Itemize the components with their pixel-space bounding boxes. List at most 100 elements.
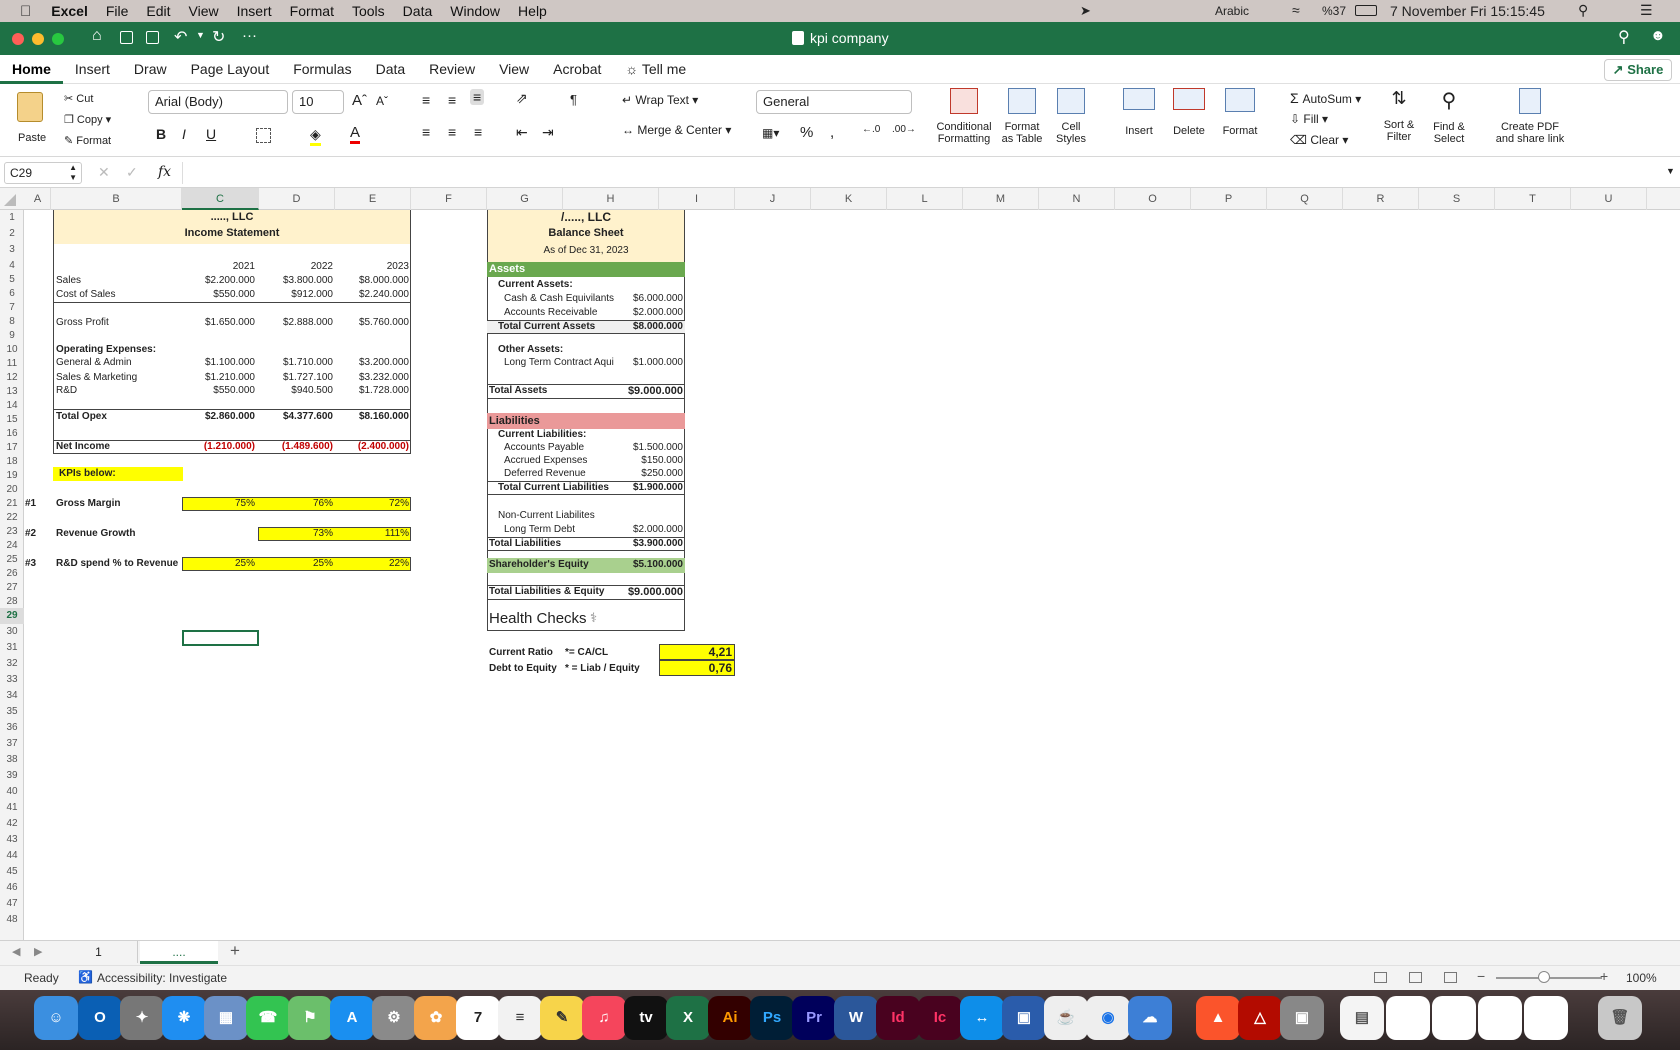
ar-label[interactable]: Accounts Receivable <box>504 306 597 320</box>
rd-spend-cell[interactable]: 25% <box>261 557 333 571</box>
notes-icon[interactable]: ✎ <box>540 996 584 1040</box>
row-header[interactable]: 32 <box>0 656 24 672</box>
kpi-label[interactable]: R&D spend % to Revenue <box>56 557 178 571</box>
row-header[interactable]: 47 <box>0 896 24 912</box>
screenshot-thumbnail-icon[interactable] <box>1478 996 1522 1040</box>
photos-icon[interactable]: ✿ <box>414 996 458 1040</box>
tab-page-layout[interactable]: Page Layout <box>179 55 282 84</box>
fill-color-icon[interactable]: ◈ <box>310 126 321 146</box>
rd-cell[interactable]: $550.000 <box>185 384 255 398</box>
insert-function-button[interactable]: fx <box>158 164 171 180</box>
row-header[interactable]: 31 <box>0 640 24 656</box>
kpi-number[interactable]: #3 <box>25 557 36 571</box>
remote-desktop-icon[interactable]: ▣ <box>1002 996 1046 1040</box>
safari-icon[interactable]: ❋ <box>162 996 206 1040</box>
page-layout-view-icon[interactable] <box>1409 972 1422 983</box>
excel-dock-icon[interactable]: X <box>666 996 710 1040</box>
column-header[interactable]: N <box>1039 188 1115 210</box>
ae-label[interactable]: Accrued Expenses <box>504 454 587 468</box>
sheet-tab-active[interactable]: .... <box>140 941 218 964</box>
orientation-icon[interactable]: ⇗ <box>516 90 528 107</box>
conditional-formatting-button[interactable]: Conditional Formatting <box>934 88 994 152</box>
row-header[interactable]: 35 <box>0 704 24 720</box>
paste-button[interactable]: Paste <box>10 88 56 148</box>
prev-sheet-icon[interactable]: ◀ <box>12 945 20 958</box>
menu-help[interactable]: Help <box>518 3 547 19</box>
cos-cell[interactable]: $2.240.000 <box>337 288 409 302</box>
insert-cells-button[interactable]: Insert <box>1114 88 1164 152</box>
cos-cell[interactable]: $912.000 <box>261 288 333 302</box>
sm-cell[interactable]: $1.210.000 <box>185 371 255 385</box>
cell-styles-button[interactable]: Cell Styles <box>1048 88 1094 152</box>
tab-home[interactable]: Home <box>0 55 63 84</box>
tab-data[interactable]: Data <box>364 55 418 84</box>
align-right-icon[interactable]: ≡ <box>474 124 482 140</box>
borders-icon[interactable] <box>256 128 271 143</box>
row-header[interactable]: 36 <box>0 720 24 736</box>
comma-style-icon[interactable]: , <box>830 124 834 141</box>
home-icon[interactable]: ⌂ <box>92 27 102 45</box>
row-header[interactable]: 38 <box>0 752 24 768</box>
ni-cell[interactable]: (2.400.000) <box>337 440 409 454</box>
column-header[interactable]: R <box>1343 188 1419 210</box>
column-header[interactable]: I <box>659 188 735 210</box>
underline-button[interactable]: U <box>206 126 216 142</box>
photoshop-icon[interactable]: Ps <box>750 996 794 1040</box>
ta-cell[interactable]: $9.000.000 <box>610 384 683 398</box>
year-cell[interactable]: 2021 <box>185 260 255 274</box>
balance-asof[interactable]: As of Dec 31, 2023 <box>487 244 685 258</box>
font-color-icon[interactable]: A <box>350 124 361 144</box>
gp-cell[interactable]: $5.760.000 <box>337 316 409 330</box>
undo-dropdown-icon[interactable]: ▼ <box>196 30 205 40</box>
se-label[interactable]: Shareholder's Equity <box>489 558 589 572</box>
row-header[interactable]: 1 <box>0 210 24 226</box>
column-header[interactable]: M <box>963 188 1039 210</box>
income-title[interactable]: Income Statement <box>53 226 411 240</box>
row-header[interactable]: 2 <box>0 226 24 242</box>
font-size-select[interactable]: 10 <box>292 90 344 114</box>
decrease-indent-icon[interactable]: ⇤ <box>516 124 528 141</box>
debt-equity-cell[interactable]: 0,76 <box>659 660 732 676</box>
gp-cell[interactable]: $1.650.000 <box>185 316 255 330</box>
next-sheet-icon[interactable]: ▶ <box>34 945 42 958</box>
name-box-stepper-icon[interactable]: ▲ ▼ <box>69 163 77 183</box>
increase-font-icon[interactable]: Aˆ <box>352 92 367 109</box>
tab-formulas[interactable]: Formulas <box>281 55 363 84</box>
screenshot-thumbnail-icon[interactable] <box>1432 996 1476 1040</box>
current-ratio-label[interactable]: Current Ratio <box>489 646 553 660</box>
maps-icon[interactable]: ⚑ <box>288 996 332 1040</box>
cash-cell[interactable]: $6.000.000 <box>610 292 683 306</box>
ni-label[interactable]: Net Income <box>56 440 110 454</box>
sort-filter-button[interactable]: ⇅ Sort & Filter <box>1374 88 1424 152</box>
tab-acrobat[interactable]: Acrobat <box>541 55 613 84</box>
ae-cell[interactable]: $150.000 <box>610 454 683 468</box>
menu-file[interactable]: File <box>106 3 129 19</box>
illustrator-icon[interactable]: Ai <box>708 996 752 1040</box>
add-sheet-button[interactable]: + <box>230 941 240 961</box>
accessibility-icon[interactable]: ♿ <box>78 970 93 984</box>
menu-edit[interactable]: Edit <box>146 3 170 19</box>
topex-cell[interactable]: $2.860.000 <box>185 410 255 424</box>
kpi-number[interactable]: #2 <box>25 527 36 541</box>
apple-icon[interactable]:  <box>20 3 31 20</box>
column-header[interactable]: B <box>51 188 182 210</box>
accounting-format-icon[interactable]: ▦▾ <box>762 126 779 140</box>
align-center-icon[interactable]: ≡ <box>448 124 456 140</box>
minimize-window-button[interactable] <box>32 33 44 45</box>
topex-cell[interactable]: $4.377.600 <box>261 410 333 424</box>
number-format-select[interactable]: General <box>756 90 912 114</box>
calendar-icon[interactable]: 7 <box>456 996 500 1040</box>
sm-cell[interactable]: $1.727.100 <box>261 371 333 385</box>
indesign-icon[interactable]: Id <box>876 996 920 1040</box>
ar-cell[interactable]: $2.000.000 <box>610 306 683 320</box>
align-bottom-icon[interactable]: ≡ <box>470 89 485 105</box>
column-header[interactable]: J <box>735 188 811 210</box>
column-header[interactable]: Q <box>1267 188 1343 210</box>
tca-cell[interactable]: $8.000.000 <box>610 320 683 334</box>
expand-formula-icon[interactable]: ▼ <box>1666 166 1675 176</box>
zoom-in-button[interactable]: + <box>1600 968 1608 984</box>
share-button[interactable]: ↗ Share <box>1604 59 1672 81</box>
document-thumbnail-icon[interactable]: ▤ <box>1340 996 1384 1040</box>
search-icon[interactable]: ⚲ <box>1618 27 1630 47</box>
column-header[interactable]: E <box>335 188 411 210</box>
